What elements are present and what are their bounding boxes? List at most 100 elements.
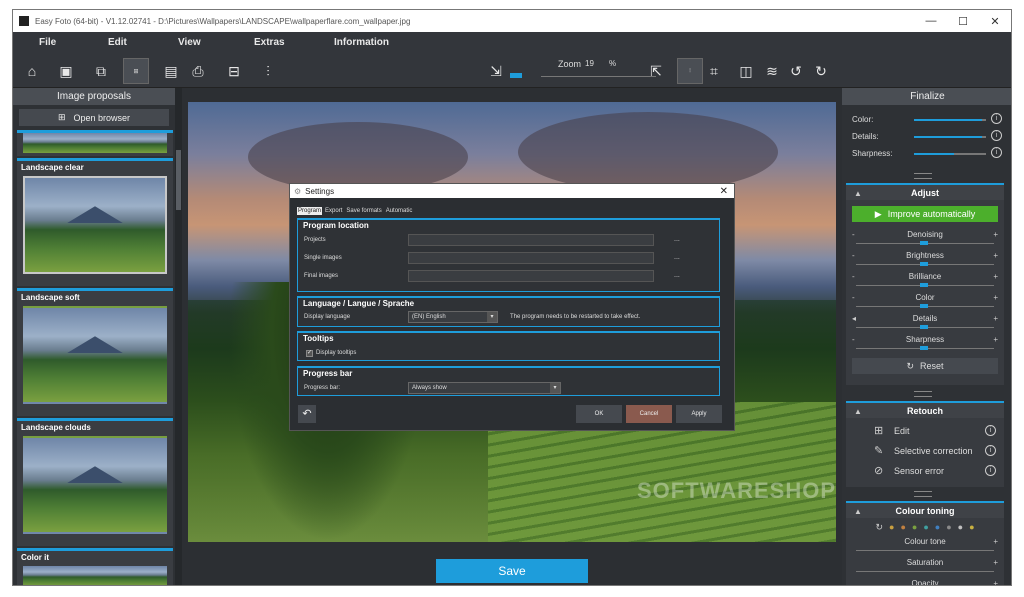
adjust-brightness[interactable]: - Brightness + bbox=[846, 249, 1004, 270]
close-button[interactable]: ✕ bbox=[979, 15, 1011, 28]
adjust-sharpness[interactable]: - Sharpness + bbox=[846, 333, 1004, 354]
drag-handle-icon[interactable] bbox=[914, 491, 932, 497]
browse-projects-button[interactable]: ... bbox=[674, 236, 680, 243]
reset-button[interactable]: ↻ Reset bbox=[852, 358, 998, 374]
info-icon[interactable]: i bbox=[991, 147, 1002, 158]
retouch-edit[interactable]: ⊞ Edit i bbox=[846, 422, 1004, 442]
save-icon[interactable]: ▤ bbox=[158, 58, 184, 84]
crop-icon[interactable]: ⌗ bbox=[701, 58, 727, 84]
finalize-panel: Finalize Color: i Details: i Sharpness: … bbox=[842, 88, 1011, 585]
finalize-details-slider[interactable] bbox=[914, 136, 986, 138]
toning-colour-tone[interactable]: Colour tone + bbox=[846, 535, 1004, 556]
rotate-right-icon[interactable]: ↻ bbox=[808, 58, 834, 84]
zoom-value[interactable]: 19 bbox=[585, 59, 594, 68]
language-heading: Language / Langue / Sprache bbox=[303, 299, 415, 308]
close-icon[interactable]: ✕ bbox=[720, 186, 728, 197]
tab-save-formats[interactable]: Save formats bbox=[345, 207, 382, 215]
collapse-icon[interactable]: ▲ bbox=[854, 185, 862, 202]
menu-extras[interactable]: Extras bbox=[254, 37, 285, 48]
program-location-heading: Program location bbox=[303, 221, 369, 230]
finalize-sharpness-slider[interactable] bbox=[914, 153, 986, 155]
info-icon[interactable]: i bbox=[991, 130, 1002, 141]
retouch-selective-correction[interactable]: ✎ Selective correction i bbox=[846, 442, 1004, 462]
adjust-denoising[interactable]: - Denoising + bbox=[846, 228, 1004, 249]
retouch-sensor-error[interactable]: ⊘ Sensor error i bbox=[846, 462, 1004, 482]
collapse-icon[interactable]: ▲ bbox=[854, 503, 862, 520]
app-icon bbox=[19, 16, 29, 26]
browse-final-images-button[interactable]: ... bbox=[674, 272, 680, 279]
rotate-left-icon[interactable]: ↺ bbox=[783, 58, 809, 84]
info-icon[interactable]: i bbox=[985, 465, 996, 476]
display-language-select[interactable]: (EN) English ▾ bbox=[408, 311, 498, 323]
play-icon: ▶ bbox=[874, 208, 882, 219]
browse-icon[interactable]: ⊞ bbox=[123, 58, 149, 84]
improve-label: Improve automatically bbox=[887, 209, 976, 219]
maximize-button[interactable]: ☐ bbox=[947, 15, 979, 28]
info-icon[interactable]: i bbox=[991, 113, 1002, 124]
printer-icon[interactable]: ⎙ bbox=[185, 58, 211, 84]
drop-icon: ● bbox=[900, 522, 906, 532]
toolbar: ⌂ ▣ ⧉ ⊞ ▤ ⎙ ⊟ ⫶ ⇲ Zoom 19 % ⇱ ⦙ ⌗ ◫ ≋ ↺ … bbox=[13, 54, 1011, 88]
finalize-color-slider[interactable] bbox=[914, 119, 986, 121]
adjust-brilliance[interactable]: - Brilliance + bbox=[846, 270, 1004, 291]
tone-swatches[interactable]: ↻ ● ● ● ● ● ● ● ● bbox=[846, 518, 1004, 535]
adjust-color[interactable]: - Color + bbox=[846, 291, 1004, 312]
proposals-scroll-thumb[interactable] bbox=[176, 150, 181, 210]
proposal-partial-top[interactable] bbox=[17, 130, 173, 156]
final-images-path-input[interactable] bbox=[408, 270, 654, 282]
photo-icon[interactable]: ▣ bbox=[53, 58, 79, 84]
display-tooltips-checkbox[interactable]: ✓ bbox=[306, 350, 313, 357]
drag-handle-icon[interactable] bbox=[914, 391, 932, 397]
single-images-path-input[interactable] bbox=[408, 252, 654, 264]
menu-file[interactable]: File bbox=[39, 37, 56, 48]
improve-automatically-button[interactable]: ▶ Improve automatically bbox=[852, 206, 998, 222]
browse-single-images-button[interactable]: ... bbox=[674, 254, 680, 261]
eye-dropper-icon: ✎ bbox=[874, 445, 884, 457]
ok-button[interactable]: OK bbox=[576, 405, 622, 423]
histogram-icon[interactable]: ⫶ bbox=[255, 58, 281, 84]
fit-height-icon[interactable]: ⇱ bbox=[643, 58, 669, 84]
toning-saturation[interactable]: Saturation + bbox=[846, 556, 1004, 577]
proposal-landscape-soft[interactable]: Landscape soft bbox=[17, 288, 173, 416]
collapse-icon[interactable]: ▲ bbox=[854, 403, 862, 420]
export-icon[interactable]: ⊟ bbox=[221, 58, 247, 84]
finalize-details-label: Details: bbox=[852, 132, 879, 141]
settings-title: Settings bbox=[305, 186, 335, 196]
language-group: Language / Langue / Sprache Display lang… bbox=[297, 296, 720, 327]
open-browser-button[interactable]: ⊞ Open browser bbox=[19, 109, 169, 126]
cancel-button[interactable]: Cancel bbox=[626, 405, 672, 423]
menu-view[interactable]: View bbox=[178, 37, 201, 48]
home-icon[interactable]: ⌂ bbox=[19, 58, 45, 84]
tab-export[interactable]: Export bbox=[324, 207, 343, 215]
tab-program[interactable]: Program bbox=[297, 207, 323, 215]
info-icon[interactable]: i bbox=[985, 425, 996, 436]
window-title: Easy Foto (64-bit) - V1.12.02741 - D:\Pi… bbox=[35, 16, 411, 26]
adjust-details[interactable]: ◂ Details + bbox=[846, 312, 1004, 333]
colour-toning-header[interactable]: ▲ Colour toning bbox=[846, 501, 1004, 518]
layers-icon[interactable]: ≋ bbox=[759, 58, 785, 84]
toning-opacity[interactable]: Opacity + bbox=[846, 577, 1004, 585]
progress-bar-select[interactable]: Always show ▾ bbox=[408, 382, 561, 394]
print-stack-icon[interactable]: ⧉ bbox=[88, 58, 114, 84]
projects-path-input[interactable] bbox=[408, 234, 654, 246]
minimize-button[interactable]: — bbox=[915, 15, 947, 28]
drag-handle-icon[interactable] bbox=[914, 173, 932, 179]
fit-width-icon[interactable]: ⇲ bbox=[483, 58, 509, 84]
adjust-header[interactable]: ▲ Adjust bbox=[846, 183, 1004, 200]
compare-icon[interactable]: ⦙ bbox=[677, 58, 703, 84]
tooltips-heading: Tooltips bbox=[303, 334, 334, 343]
save-button[interactable]: Save bbox=[436, 559, 588, 583]
undo-icon[interactable]: ↶ bbox=[298, 405, 316, 423]
flip-icon[interactable]: ◫ bbox=[733, 58, 759, 84]
tab-automatic[interactable]: Automatic bbox=[385, 207, 414, 215]
menu-information[interactable]: Information bbox=[334, 37, 389, 48]
info-icon[interactable]: i bbox=[985, 445, 996, 456]
retouch-header[interactable]: ▲ Retouch bbox=[846, 401, 1004, 418]
proposal-color-it[interactable]: Color it bbox=[17, 548, 173, 585]
proposal-landscape-clear[interactable]: Landscape clear bbox=[17, 158, 173, 286]
zoom-slider[interactable] bbox=[541, 76, 656, 77]
proposal-landscape-clouds[interactable]: Landscape clouds bbox=[17, 418, 173, 546]
menu-edit[interactable]: Edit bbox=[108, 37, 127, 48]
apply-button[interactable]: Apply bbox=[676, 405, 722, 423]
adjust-section: ▲ Adjust ▶ Improve automatically - Denoisi… bbox=[846, 183, 1004, 385]
